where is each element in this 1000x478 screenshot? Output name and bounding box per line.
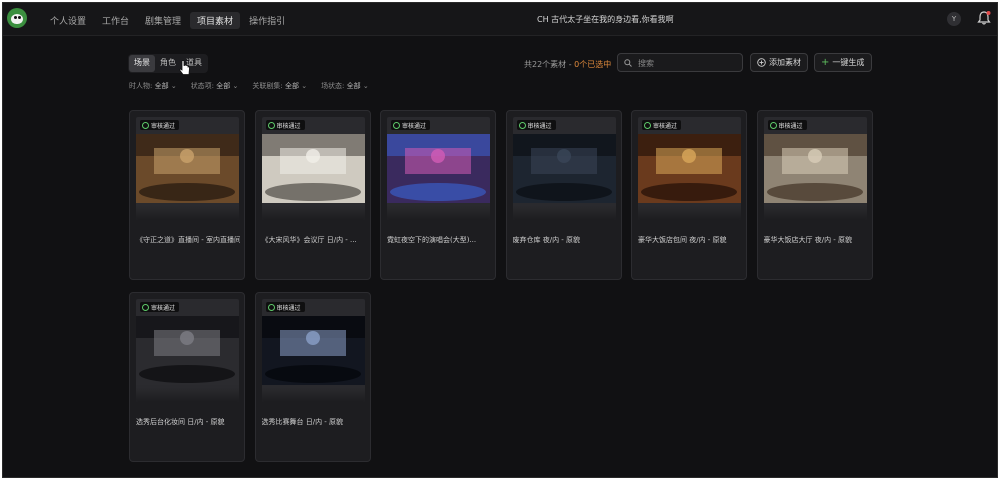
asset-thumbnail: 审核通过 — [512, 117, 616, 220]
mouse-pointer-icon — [179, 60, 190, 75]
asset-card[interactable]: 审核通过《守正之道》直播间 - 室内直播间 ... — [129, 110, 245, 280]
check-circle-icon — [393, 121, 400, 129]
nav-item-project-assets[interactable]: 项目素材 — [190, 12, 241, 29]
asset-name: 豪华大饭店大厅 夜/内 - 原貌 — [763, 236, 853, 244]
asset-thumbnail: 审核通过 — [261, 117, 365, 220]
review-status-badge: 审核通过 — [265, 302, 305, 312]
check-circle-icon — [769, 121, 777, 129]
review-status-label: 审核通过 — [276, 122, 301, 130]
one-click-generate-button[interactable]: + 一键生成 — [814, 53, 872, 72]
nav-item-guide[interactable]: 操作指引 — [242, 12, 292, 29]
review-status-label: 审核通过 — [151, 122, 176, 130]
main-nav: 个人设置 工作台 剧集管理 项目素材 操作指引 — [43, 12, 294, 29]
add-circle-icon — [757, 58, 766, 67]
review-status-label: 审核通过 — [276, 304, 301, 312]
review-status-label: 审核通过 — [402, 122, 427, 130]
asset-count-selected: 0个已选中 — [574, 60, 612, 69]
review-status-label: 审核通过 — [151, 304, 176, 312]
asset-name: 霓虹夜空下的演唱会(大型)... — [387, 236, 477, 244]
check-circle-icon — [644, 121, 651, 129]
asset-thumbnail: 审核通过 — [136, 299, 239, 402]
asset-thumbnail: 审核通过 — [261, 299, 365, 402]
asset-name: 《大宋风华》会议厅 日/内 - ... — [261, 236, 357, 244]
search-icon — [624, 59, 632, 67]
asset-card[interactable]: 审核通过《大宋风华》会议厅 日/内 - ... — [254, 110, 371, 280]
tab-character[interactable]: 角色 — [155, 55, 181, 72]
review-status-label: 审核通过 — [778, 122, 803, 130]
asset-name: 豪华大饭店包间 夜/内 - 原貌 — [638, 236, 727, 244]
asset-type-tabs: 场景 角色 道具 — [128, 54, 208, 73]
asset-name: 选秀后台化妆间 日/内 - 原貌 — [136, 418, 225, 426]
review-status-badge: 审核通过 — [642, 120, 682, 130]
search-input[interactable] — [636, 56, 740, 71]
review-status-label: 审核通过 — [527, 122, 552, 130]
asset-thumbnail: 审核通过 — [638, 117, 741, 220]
review-status-label: 审核通过 — [653, 122, 678, 130]
asset-thumbnail: 审核通过 — [763, 117, 867, 220]
asset-card[interactable]: 审核通过废弃仓库 夜/内 - 原貌 — [505, 110, 622, 280]
asset-card[interactable]: 审核通过选秀后台化妆间 日/内 - 原貌 — [129, 292, 245, 462]
review-status-badge: 审核通过 — [767, 120, 807, 130]
filter-episodes[interactable]: 关联剧集: 全部 ⌄ — [252, 81, 307, 91]
add-asset-label: 添加素材 — [769, 58, 801, 67]
plus-icon: + — [821, 57, 830, 68]
asset-name: 废弃仓库 夜/内 - 原貌 — [512, 236, 581, 244]
asset-card[interactable]: 审核通过豪华大饭店包间 夜/内 - 原貌 — [631, 110, 747, 280]
asset-grid: 审核通过 《守正之道》直播间 - 室内直播间 ... 审核通过 《大宋风华》会议厅 日… — [129, 110, 879, 470]
avatar[interactable]: Y — [947, 12, 961, 26]
asset-thumbnail: 审核通过 — [136, 117, 239, 220]
asset-card[interactable]: 审核通过豪华大饭店大厅 夜/内 - 原貌 — [756, 110, 873, 280]
review-status-badge: 审核通过 — [140, 302, 180, 312]
review-status-badge: 审核通过 — [265, 120, 305, 130]
check-circle-icon — [142, 303, 149, 311]
panda-logo-icon[interactable] — [7, 8, 27, 28]
top-bar: 个人设置 工作台 剧集管理 项目素材 操作指引 CH 古代太子坐在我的身边看,你… — [3, 3, 997, 36]
filter-scene-status[interactable]: 场状态: 全部 ⌄ — [321, 81, 369, 91]
check-circle-icon — [142, 121, 149, 129]
search-box[interactable] — [617, 53, 743, 72]
review-status-badge: 审核通过 — [391, 120, 431, 130]
project-title: CH 古代太子坐在我的身边看,你看我啊 — [537, 15, 674, 24]
asset-count: 共22个素材 - 0个已选中 — [524, 59, 611, 70]
check-circle-icon — [267, 121, 275, 129]
asset-card[interactable]: 审核通过选秀比赛舞台 日/内 - 原貌 — [254, 292, 371, 462]
asset-count-total: 共22个素材 - — [524, 60, 575, 69]
nav-item-workbench[interactable]: 工作台 — [95, 12, 136, 29]
filter-bar: 时人物: 全部 ⌄ 状态项: 全部 ⌄ 关联剧集: 全部 ⌄ 场状态: 全部 ⌄ — [129, 81, 369, 91]
nav-item-personal-settings[interactable]: 个人设置 — [43, 12, 93, 29]
nav-item-episodes[interactable]: 剧集管理 — [138, 12, 188, 29]
check-circle-icon — [267, 303, 275, 311]
filter-people[interactable]: 时人物: 全部 ⌄ — [129, 81, 177, 91]
check-circle-icon — [518, 121, 526, 129]
app-window: 个人设置 工作台 剧集管理 项目素材 操作指引 CH 古代太子坐在我的身边看,你… — [2, 2, 998, 478]
asset-name: 《守正之道》直播间 - 室内直播间 ... — [136, 236, 240, 244]
asset-thumbnail: 审核通过 — [387, 117, 490, 220]
tab-scene[interactable]: 场景 — [129, 55, 155, 72]
add-asset-button[interactable]: 添加素材 — [750, 53, 808, 72]
asset-name: 选秀比赛舞台 日/内 - 原貌 — [261, 418, 344, 426]
review-status-badge: 审核通过 — [516, 120, 556, 130]
bell-icon[interactable] — [976, 10, 992, 26]
asset-card[interactable]: 审核通过霓虹夜空下的演唱会(大型)... — [380, 110, 496, 280]
filter-status[interactable]: 状态项: 全部 ⌄ — [191, 81, 239, 91]
review-status-badge: 审核通过 — [140, 120, 180, 130]
generate-label: 一键生成 — [832, 58, 865, 67]
